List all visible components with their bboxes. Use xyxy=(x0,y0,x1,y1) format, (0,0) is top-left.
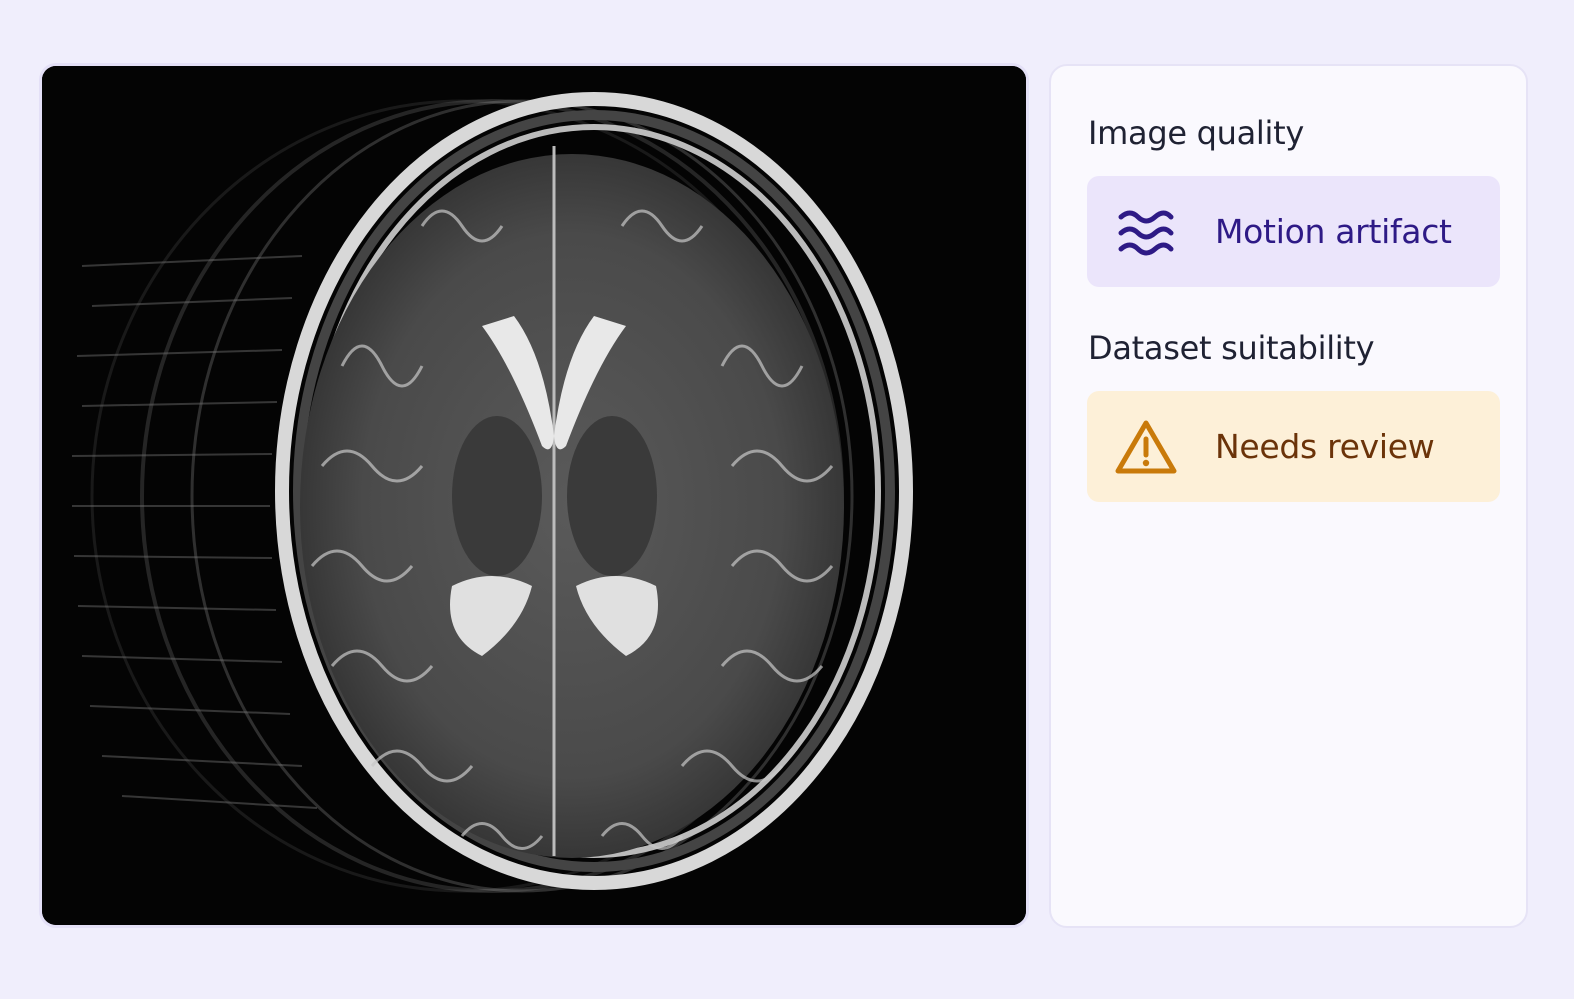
mri-image-viewer[interactable] xyxy=(42,66,1026,925)
motion-artifact-badge[interactable]: Motion artifact xyxy=(1087,176,1500,287)
image-quality-title: Image quality xyxy=(1088,114,1304,152)
warning-icon xyxy=(1111,412,1181,482)
needs-review-label: Needs review xyxy=(1215,427,1435,466)
motion-artifact-label: Motion artifact xyxy=(1215,212,1452,251)
waves-icon xyxy=(1111,197,1181,267)
brain-mri-scan xyxy=(42,66,1026,925)
needs-review-badge[interactable]: Needs review xyxy=(1087,391,1500,502)
dataset-suitability-title: Dataset suitability xyxy=(1088,329,1375,367)
quality-panel: Image quality Motion artifact Dataset su… xyxy=(1049,64,1528,928)
